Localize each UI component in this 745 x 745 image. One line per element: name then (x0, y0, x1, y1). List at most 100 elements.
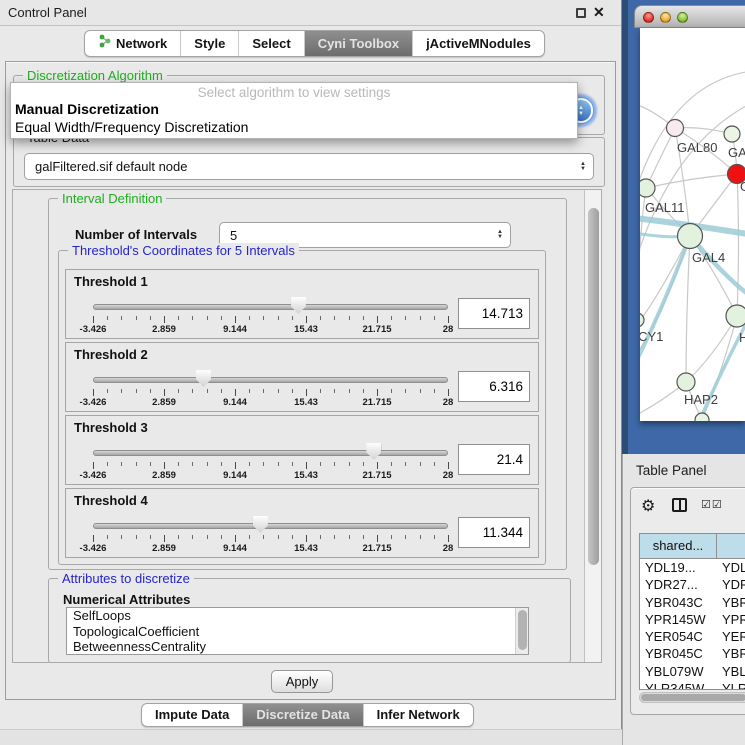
minimize-traffic-light[interactable] (660, 12, 671, 23)
network-node[interactable] (640, 179, 655, 197)
tab-jactivemnodules[interactable]: jActiveMNodules (412, 31, 544, 56)
network-window-titlebar[interactable] (634, 5, 745, 28)
table-cell[interactable]: YPR1 (717, 611, 745, 628)
table-row[interactable]: YDR27...YDR2 (640, 576, 745, 593)
network-node[interactable] (667, 120, 684, 137)
table-cell[interactable]: YLR345W (640, 680, 717, 690)
threshold-slider[interactable]: -3.4262.8599.14415.4321.71528 (93, 270, 448, 340)
tab-infer-network[interactable]: Infer Network (363, 704, 473, 726)
list-scrollbar[interactable] (515, 608, 528, 654)
network-node[interactable] (695, 413, 709, 421)
table-row[interactable]: YBR043CYBR0 (640, 594, 745, 611)
slider-ticks (93, 316, 448, 324)
table-cell[interactable]: YPR145W (640, 611, 717, 628)
slider-track[interactable] (93, 523, 448, 529)
slider-track[interactable] (93, 377, 448, 383)
network-edge[interactable] (646, 128, 675, 188)
control-panel: Control Panel ✕ Network Style Select Cyn… (0, 0, 622, 745)
zoom-traffic-light[interactable] (677, 12, 688, 23)
columns-icon[interactable] (672, 498, 687, 512)
group-title: Threshold's Coordinates for 5 Intervals (68, 243, 299, 258)
table-panel-body: ⚙ ☑☑ shared... na YDL19...YDL1YDR27...YD… (630, 487, 745, 715)
scrollbar-thumb[interactable] (641, 694, 745, 701)
close-icon[interactable]: ✕ (593, 4, 605, 21)
network-edge[interactable] (640, 236, 690, 328)
column-header-name[interactable]: na (717, 534, 745, 559)
threshold-slider[interactable]: -3.4262.8599.14415.4321.71528 (93, 416, 448, 486)
table-cell[interactable]: YER054C (640, 628, 717, 645)
horizontal-scrollbar[interactable] (639, 692, 745, 703)
close-traffic-light[interactable] (643, 12, 654, 23)
network-node[interactable] (724, 126, 740, 142)
control-panel-tabstrip: Network Style Select Cyni Toolbox jActiv… (84, 30, 545, 57)
float-window-icon[interactable] (576, 8, 586, 18)
vertical-scrollbar[interactable] (584, 190, 601, 662)
threshold-value-field[interactable]: 14.713 (458, 298, 530, 329)
table-cell[interactable]: YDR2 (717, 576, 745, 593)
slider-thumb[interactable] (366, 443, 381, 460)
tab-style[interactable]: Style (180, 31, 238, 56)
threshold-panel: Threshold 2 -3.4262.8599.14415.4321.7152… (65, 342, 539, 412)
threshold-value-field[interactable]: 6.316 (458, 371, 530, 402)
network-edge[interactable] (737, 174, 739, 316)
table-row[interactable]: YBL079WYBL0 (640, 663, 745, 680)
table-cell[interactable]: YBR0 (717, 594, 745, 611)
threshold-slider[interactable]: -3.4262.8599.14415.4321.71528 (93, 489, 448, 559)
tab-discretize-data[interactable]: Discretize Data (242, 704, 362, 726)
list-item[interactable]: BetweennessCentrality (67, 639, 528, 655)
slider-thumb[interactable] (253, 516, 268, 533)
table-cell[interactable]: YBL079W (640, 663, 717, 680)
slider-thumb[interactable] (291, 297, 306, 314)
network-node[interactable] (678, 224, 703, 249)
node-attribute-table[interactable]: shared... na YDL19...YDL1YDR27...YDR2YBR… (639, 533, 745, 690)
list-item[interactable]: SelfLoops (67, 608, 528, 624)
stepper-icon: ▲▼ (497, 230, 503, 240)
column-header-shared-name[interactable]: shared... (640, 534, 717, 559)
table-cell[interactable]: YLR3 (717, 680, 745, 690)
table-row[interactable]: YBR045CYBR0 (640, 645, 745, 662)
table-cell[interactable]: YBL0 (717, 663, 745, 680)
tab-cyni-toolbox[interactable]: Cyni Toolbox (304, 31, 412, 56)
table-row[interactable]: YLR345WYLR3 (640, 680, 745, 690)
settings-scroll-area: Interval Definition Number of Intervals … (12, 189, 602, 663)
network-icon (98, 31, 111, 56)
apply-button[interactable]: Apply (271, 670, 333, 693)
network-edge-highlighted[interactable] (640, 236, 690, 366)
slider-thumb[interactable] (196, 370, 211, 387)
tab-network[interactable]: Network (85, 31, 180, 56)
table-cell[interactable]: YDL1 (717, 559, 745, 576)
table-cell[interactable]: YBR045C (640, 645, 717, 662)
dropdown-item-manual[interactable]: Manual Discretization (11, 100, 577, 118)
network-view-canvas[interactable]: GAL80GAGGAL11GAL4GCY1HHAP2 (640, 28, 745, 421)
table-data-combobox[interactable]: galFiltered.sif default node ▲▼ (24, 153, 594, 180)
tab-select[interactable]: Select (238, 31, 303, 56)
slider-track[interactable] (93, 450, 448, 456)
slider-track[interactable] (93, 304, 448, 310)
scrollbar-thumb[interactable] (588, 208, 599, 565)
list-item[interactable]: TopologicalCoefficient (67, 624, 528, 640)
scrollbar-thumb[interactable] (518, 610, 527, 650)
table-row[interactable]: YPR145WYPR1 (640, 611, 745, 628)
table-cell[interactable]: YBR043C (640, 594, 717, 611)
dropdown-item-equal-width[interactable]: Equal Width/Frequency Discretization (11, 118, 577, 136)
network-edge[interactable] (686, 316, 737, 382)
number-of-intervals-label: Number of Intervals (75, 227, 197, 242)
network-node[interactable] (726, 305, 745, 327)
gear-icon[interactable]: ⚙ (641, 496, 655, 516)
table-cell[interactable]: YDL19... (640, 559, 717, 576)
threshold-slider[interactable]: -3.4262.8599.14415.4321.71528 (93, 343, 448, 413)
select-columns-icon[interactable]: ☑☑ (701, 498, 723, 511)
table-cell[interactable]: YER0 (717, 628, 745, 645)
numerical-attributes-label: Numerical Attributes (63, 592, 190, 607)
table-cell[interactable]: YDR27... (640, 576, 717, 593)
threshold-value-field[interactable]: 11.344 (458, 517, 530, 548)
table-row[interactable]: YER054CYER0 (640, 628, 745, 645)
network-edge[interactable] (686, 236, 690, 382)
network-edge[interactable] (646, 174, 737, 188)
network-node[interactable] (677, 373, 695, 391)
threshold-value-field[interactable]: 21.4 (458, 444, 530, 475)
table-row[interactable]: YDL19...YDL1 (640, 559, 745, 576)
tab-impute-data[interactable]: Impute Data (142, 704, 242, 726)
numerical-attributes-list[interactable]: SelfLoopsTopologicalCoefficientBetweenne… (66, 607, 529, 655)
table-cell[interactable]: YBR0 (717, 645, 745, 662)
